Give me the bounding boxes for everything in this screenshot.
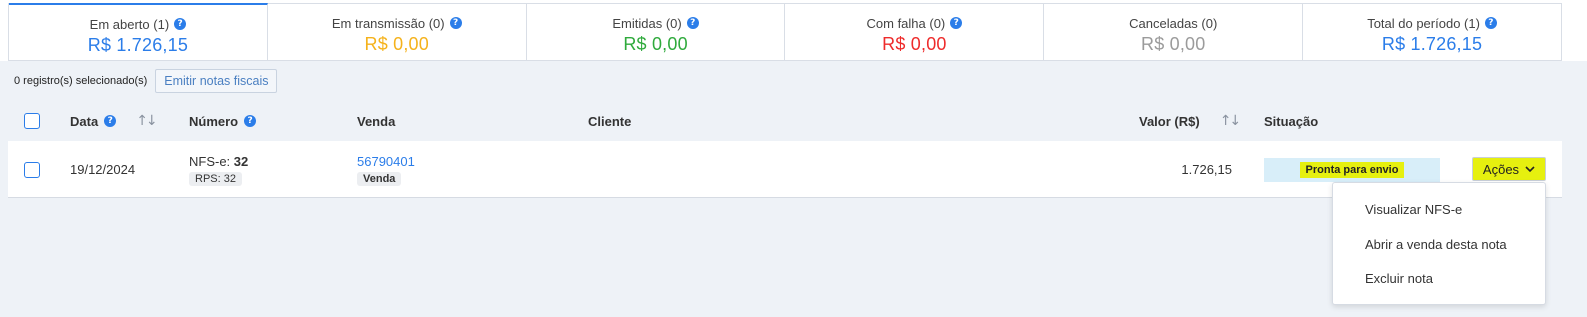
nfse-value: 32 [233,153,249,169]
status-tab-label-text: Emitidas (0) [612,15,682,31]
nfse-prefix: NFS-e: [189,153,231,169]
summary-tabs: Em aberto (1)? R$ 1.726,15 Em transmissão … [8,3,1562,61]
selection-count: 0 registro(s) selecionado(s) [14,75,148,87]
question-circle-icon[interactable]: ? [449,17,462,29]
status-tab-label: Em aberto (1)? [89,16,187,32]
status-tab-label: Canceladas (0) [1129,15,1217,31]
status-tab-label: Em transmissão (0)? [332,15,462,31]
status-tab-label-text: Total do período (1) [1367,15,1480,31]
status-tab-label-text: Com falha (0) [866,15,946,31]
sort-arrows-icon[interactable]: ↑↓ [1220,113,1242,129]
row-checkbox[interactable] [24,161,40,178]
sort-arrows-icon[interactable]: ↑↓ [136,113,158,129]
menu-item-view-nfse[interactable]: Visualizar NFS-e [1365,202,1462,217]
column-header-valor[interactable]: Valor (R$) ↑↓ [1139,101,1242,141]
column-header-venda-label: Venda [357,113,396,129]
column-header-cliente-label: Cliente [588,113,632,129]
question-circle-icon[interactable]: ? [1484,17,1497,29]
column-header-data-label: Data [70,113,99,129]
column-header-venda: Venda [357,101,395,141]
status-tab[interactable]: Com falha (0)? R$ 0,00 [785,4,1045,60]
chevron-down-icon [1525,165,1535,172]
status-tab-value: R$ 0,00 [364,34,429,54]
column-header-valor-label: Valor (R$) [1139,113,1200,129]
status-tab-label: Com falha (0)? [867,15,963,31]
table-header: Data ? ↑↓ Número ? Venda Cliente Valor (… [8,101,1562,141]
emit-invoices-button[interactable]: Emitir notas fiscais [155,69,278,93]
row-number: NFS-e: 32 RPS: 32 [189,141,248,198]
status-tab-value: R$ 0,00 [882,34,947,54]
menu-item-open-sale[interactable]: Abrir a venda desta nota [1365,237,1507,252]
actions-dropdown-button[interactable]: Ações [1472,157,1546,181]
status-tab[interactable]: Canceladas (0) R$ 0,00 [1044,4,1304,60]
status-tab-label: Total do período (1)? [1367,15,1497,31]
column-header-situacao: Situação [1264,101,1318,141]
rps-badge: RPS: 32 [189,171,242,186]
nfse-number: NFS-e: 32 [189,154,248,169]
question-circle-icon[interactable]: ? [950,17,963,29]
row-value: 1.726,15 [1181,162,1232,177]
status-tab-value: R$ 1.726,15 [1381,34,1483,54]
actions-label: Ações [1482,161,1520,177]
column-header-situacao-label: Situação [1264,113,1319,129]
column-header-data[interactable]: Data ? ↑↓ [70,101,158,141]
sale-link[interactable]: 56790401 [357,154,415,169]
table-row: 19/12/2024 NFS-e: 32 RPS: 32 56790401 Ve… [8,141,1562,198]
status-tab[interactable]: Em aberto (1)? R$ 1.726,15 [9,3,268,60]
status-tab[interactable]: Em transmissão (0)? R$ 0,00 [268,4,527,60]
row-sale: 56790401 Venda [357,141,415,198]
status-tab-value: R$ 0,00 [1141,34,1206,54]
column-header-numero-label: Número [189,113,239,129]
column-header-cliente: Cliente [588,101,631,141]
status-tab-label-text: Canceladas (0) [1129,15,1218,31]
status-tab-value: R$ 0,00 [623,34,688,54]
sale-tag: Venda [357,171,402,186]
menu-item-delete-note[interactable]: Excluir nota [1365,271,1433,286]
status-badge: Pronta para envio [1264,157,1440,182]
question-circle-icon[interactable]: ? [174,18,187,30]
status-tab[interactable]: Total do período (1)? R$ 1.726,15 [1303,4,1561,60]
status-tab[interactable]: Emitidas (0)? R$ 0,00 [527,4,786,60]
actions-menu: Visualizar NFS-e Abrir a venda desta not… [1332,182,1546,305]
status-tab-label: Emitidas (0)? [612,15,699,31]
status-tab-label-text: Em transmissão (0) [331,15,445,31]
column-header-numero: Número ? [189,101,257,141]
selection-bar: 0 registro(s) selecionado(s) Emitir nota… [14,69,278,93]
status-tab-label-text: Em aberto (1) [89,16,170,32]
select-all-checkbox[interactable] [24,113,40,129]
row-date: 19/12/2024 [70,162,136,177]
status-label: Pronta para envio [1299,161,1405,178]
question-circle-icon[interactable]: ? [686,17,699,29]
question-circle-icon[interactable]: ? [244,115,257,127]
status-tab-value: R$ 1.726,15 [87,35,189,55]
question-circle-icon[interactable]: ? [104,115,117,127]
